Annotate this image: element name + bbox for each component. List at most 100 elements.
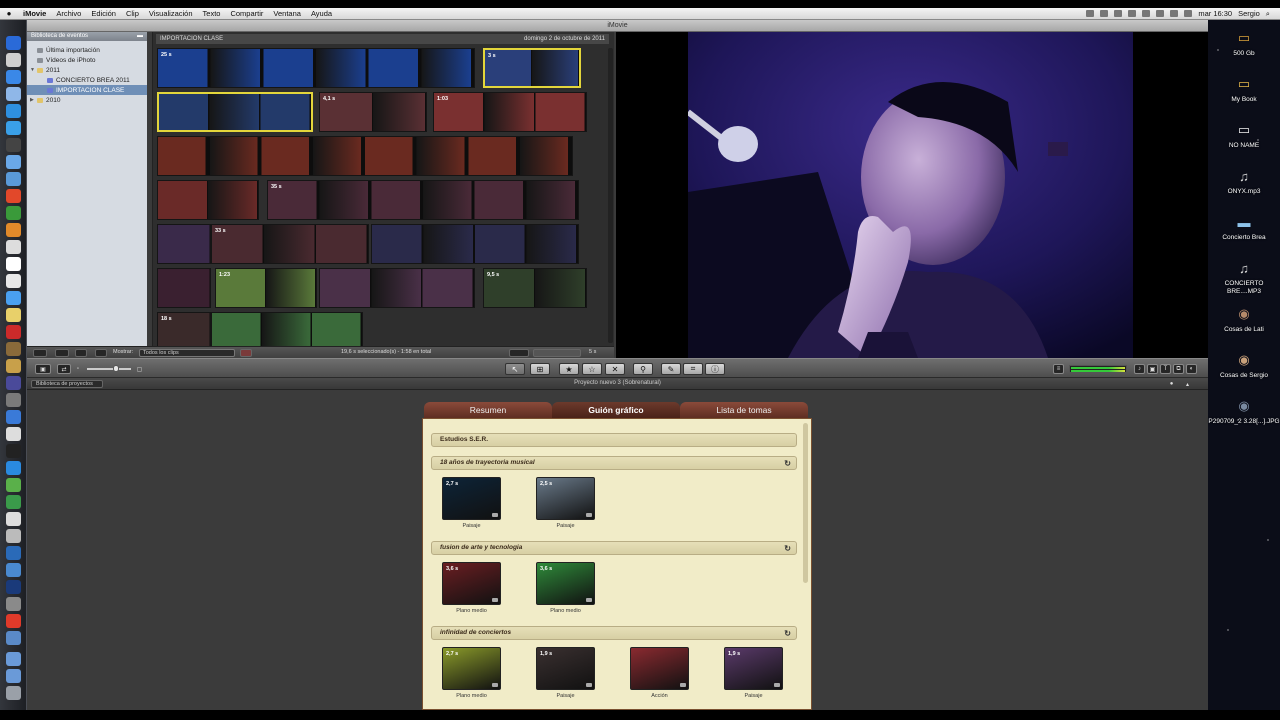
desktop-item[interactable]: ◉ Cosas de Lati <box>1208 304 1280 334</box>
menu-texto[interactable]: Texto <box>198 9 226 18</box>
app-icon[interactable] <box>6 206 21 220</box>
storyboard-clip[interactable]: 2,7 s <box>442 477 501 520</box>
storyboard-clip[interactable]: 3,6 s <box>442 562 501 605</box>
menu-visualizacion[interactable]: Visualización <box>144 9 198 18</box>
apple-menu-icon[interactable]: ● <box>0 9 18 18</box>
storyboard-clip[interactable]: 1,9 s <box>724 647 783 690</box>
library-item-2010[interactable]: ▶ 2010 <box>27 95 147 105</box>
app-icon[interactable] <box>6 444 21 458</box>
event-filmstrip[interactable] <box>157 268 211 308</box>
desktop-item[interactable]: ♫ CONCIERTO BRE....MP3 <box>1208 258 1280 296</box>
app-icon[interactable] <box>6 495 21 509</box>
desktop-item[interactable]: ▬ Concierto Brea <box>1208 212 1280 242</box>
section-title-field[interactable]: infinidad de conciertos ↻ <box>431 626 797 640</box>
storyboard-clip[interactable]: 2,7 s <box>442 647 501 690</box>
app-icon[interactable] <box>6 291 21 305</box>
maps-browser-button[interactable]: ◐ <box>1186 364 1197 374</box>
event-filmstrip[interactable] <box>319 268 475 308</box>
app-icon[interactable] <box>6 223 21 237</box>
menu-ayuda[interactable]: Ayuda <box>306 9 337 18</box>
refresh-icon[interactable]: ↻ <box>784 628 791 640</box>
storyboard-scrollbar[interactable] <box>803 423 808 583</box>
storyboard-clip[interactable]: 2,5 s <box>536 477 595 520</box>
event-filmstrip[interactable] <box>157 180 259 220</box>
fullscreen-button[interactable] <box>75 349 87 357</box>
app-icon[interactable] <box>6 240 21 254</box>
calendar-icon[interactable] <box>6 257 21 271</box>
add-to-project-button[interactable]: ⊞ <box>530 363 550 375</box>
library-item-2011[interactable]: ▼ 2011 <box>27 65 147 75</box>
audio-skimming-button[interactable]: ≡ <box>1053 364 1064 374</box>
storyboard-clip[interactable]: 3,6 s <box>536 562 595 605</box>
reject-button[interactable]: ✕ <box>605 363 625 375</box>
slider-knob[interactable] <box>113 365 119 372</box>
desktop-item[interactable]: ♫ ONYX.mp3 <box>1208 166 1280 196</box>
section-title-field[interactable]: 18 años de trayectoria musical ↻ <box>431 456 797 470</box>
clip-filter-select[interactable]: Todos los clips <box>139 349 235 357</box>
tab-lista-de-tomas[interactable]: Lista de tomas <box>680 402 808 418</box>
section-title-field[interactable]: fusion de arte y tecnologia ↻ <box>431 541 797 555</box>
clock[interactable]: mar 16:30 <box>1198 9 1232 18</box>
garageband-icon[interactable] <box>6 342 21 356</box>
app-icon[interactable] <box>6 529 21 543</box>
tray-icon[interactable] <box>1114 10 1123 17</box>
documents-folder-icon[interactable] <box>6 669 21 683</box>
filter-options-button[interactable] <box>240 349 252 357</box>
selection-tool-button[interactable]: ↖ <box>505 363 525 375</box>
voiceover-button[interactable]: ✎ <box>661 363 681 375</box>
event-filmstrip[interactable]: 1:23 <box>215 268 317 308</box>
mark-favorite-button[interactable]: ★ <box>559 363 579 375</box>
facetime-icon[interactable] <box>6 138 21 152</box>
app-store-icon[interactable] <box>6 104 21 118</box>
desktop-item[interactable]: ▭ 500 Gb <box>1208 28 1280 58</box>
library-item-iphoto[interactable]: Vídeos de iPhoto <box>27 55 147 65</box>
camera-import-button[interactable]: ▣ <box>35 364 51 374</box>
menu-clip[interactable]: Clip <box>121 9 144 18</box>
play-project-icon[interactable]: ● <box>1167 380 1176 388</box>
event-filmstrip[interactable]: 9,5 s <box>483 268 587 308</box>
show-library-button[interactable] <box>33 349 47 357</box>
messages-icon[interactable] <box>6 121 21 135</box>
app-icon[interactable] <box>6 631 21 645</box>
imovie-icon[interactable] <box>6 376 21 390</box>
toggle-button[interactable] <box>509 349 529 357</box>
volume-icon[interactable] <box>1170 10 1179 17</box>
event-filmstrip[interactable] <box>371 224 579 264</box>
app-icon[interactable] <box>6 274 21 288</box>
app-icon[interactable] <box>6 393 21 407</box>
trash-icon[interactable] <box>6 686 21 700</box>
disclosure-open-icon[interactable]: ▼ <box>30 67 37 73</box>
tab-guion-grafico[interactable]: Guión gráfico <box>552 402 680 418</box>
app-icon[interactable] <box>6 614 21 628</box>
event-scrollbar[interactable] <box>608 48 613 343</box>
desktop-item[interactable]: ◉ P290709_2 3.28[...].JPG <box>1208 396 1280 426</box>
music-browser-button[interactable]: ♪ <box>1134 364 1145 374</box>
event-filmstrip[interactable]: 4,1 s <box>319 92 427 132</box>
swap-button[interactable]: ⇄ <box>57 364 71 374</box>
zoom-slider[interactable] <box>533 349 581 357</box>
crop-button[interactable]: ⌗ <box>683 363 703 375</box>
downloads-folder-icon[interactable] <box>6 652 21 666</box>
app-icon[interactable] <box>6 308 21 322</box>
transitions-browser-button[interactable]: ⧉ <box>1173 364 1184 374</box>
tray-icon[interactable] <box>1128 10 1137 17</box>
menu-edicion[interactable]: Edición <box>86 9 121 18</box>
menu-imovie[interactable]: iMovie <box>18 9 51 18</box>
app-icon[interactable] <box>6 155 21 169</box>
finder-icon[interactable] <box>6 36 21 50</box>
event-filmstrip[interactable] <box>157 92 313 132</box>
user-name[interactable]: Sergio <box>1238 9 1260 18</box>
photo-browser-button[interactable]: ▣ <box>1147 364 1158 374</box>
skype-icon[interactable] <box>6 461 21 475</box>
event-filmstrip[interactable] <box>157 136 573 176</box>
event-filmstrip[interactable]: 25 s <box>157 48 475 88</box>
refresh-icon[interactable]: ↻ <box>784 458 791 470</box>
fullscreen-project-icon[interactable]: ▴ <box>1183 380 1192 388</box>
tray-icon[interactable] <box>1086 10 1095 17</box>
app-icon[interactable] <box>6 546 21 560</box>
keyword-button[interactable]: ⚲ <box>633 363 653 375</box>
search-button[interactable] <box>95 349 107 357</box>
tab-resumen[interactable]: Resumen <box>424 402 552 418</box>
play-button[interactable] <box>55 349 69 357</box>
video-viewer[interactable] <box>688 32 1133 358</box>
